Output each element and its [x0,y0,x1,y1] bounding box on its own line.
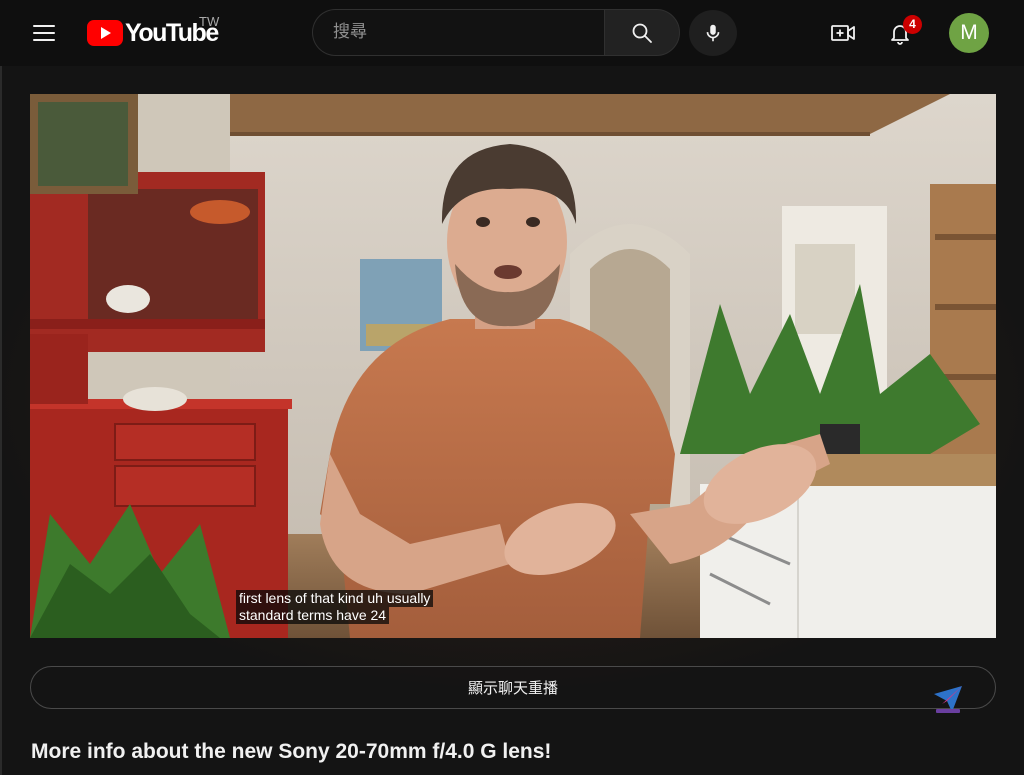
hamburger-menu-icon[interactable] [24,16,64,50]
video-captions: first lens of that kind uh usually stand… [236,590,434,624]
masthead: YouTube TW 4 M [0,0,1024,66]
country-code: TW [199,14,220,29]
youtube-play-logo-icon [87,20,123,46]
search-icon [632,23,652,43]
search-input[interactable] [312,9,604,56]
create-button[interactable] [824,14,862,52]
show-chat-replay-button[interactable]: 顯示聊天重播 [30,666,996,709]
caption-line-1: first lens of that kind uh usually [236,590,434,607]
window-edge [0,66,2,775]
microphone-icon [706,24,720,42]
video-frame [30,94,996,638]
notification-count-badge: 4 [903,15,922,34]
caption-line-2: standard terms have 24 [236,607,390,624]
search-bar [312,9,680,56]
search-button[interactable] [604,9,680,56]
account-avatar[interactable]: M [949,13,989,53]
create-video-icon [831,25,855,41]
voice-search-button[interactable] [689,10,737,56]
video-player[interactable] [30,94,996,638]
video-title: More info about the new Sony 20-70mm f/4… [31,740,552,763]
chat-replay-label: 顯示聊天重播 [467,679,558,697]
watermark-logo-icon [934,686,962,713]
